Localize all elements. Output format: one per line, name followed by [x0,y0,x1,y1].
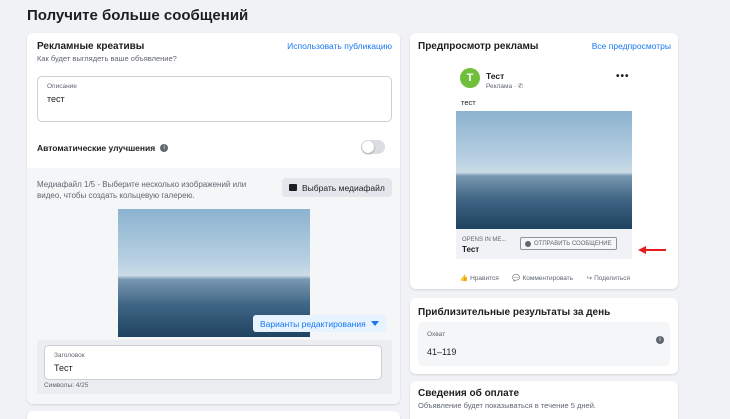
payment-card: Сведения об оплате Объявление будет пока… [410,381,678,419]
reach-info-icon[interactable]: i [656,336,664,344]
description-field[interactable]: Описание тест [37,76,392,122]
creative-title: Рекламные креативы [37,41,145,52]
send-message-label: ОТПРАВИТЬ СООБЩЕНИЕ [534,240,612,247]
choose-media-label: Выбрать медиафайл [302,182,385,193]
headline-field[interactable]: Заголовок Тест [44,345,382,380]
page-title: Получите больше сообщений [27,7,249,24]
ad-preview: T Тест Реклама · ✆ ••• тест OPENS IN ME.… [456,61,632,287]
like-button[interactable]: 👍 Нравится [460,274,499,283]
footer-title: Тест [462,245,480,254]
send-message-button[interactable]: ОТПРАВИТЬ СООБЩЕНИЕ [520,237,617,250]
payment-title: Сведения об оплате [418,388,520,399]
auto-improvements-label: Автоматические улучшения [37,143,156,153]
annotation-arrow [638,241,668,254]
comment-label: Комментировать [522,274,574,282]
page-avatar: T [460,68,480,88]
headline-value: Тест [54,363,73,373]
choose-media-button[interactable]: Выбрать медиафайл [282,178,392,197]
reactions-bar: 👍 Нравится 💬 Комментировать ↪ Поделиться [460,274,630,283]
share-label: Поделиться [594,274,630,282]
char-count: Символы: 4/25 [44,382,89,389]
share-icon: ↪ [586,275,593,282]
creative-card: Рекламные креативы Использовать публикац… [27,33,400,404]
reach-box: Охват 41–119 i [418,322,670,366]
comment-icon: 💬 [512,275,521,282]
edit-variants-button[interactable]: Варианты редактирования [253,315,386,332]
messenger-icon [525,240,531,247]
results-card: Приблизительные результаты за день Охват… [410,298,678,374]
reach-label: Охват [427,331,446,338]
more-options-icon[interactable]: ••• [616,71,630,82]
payment-note: Объявление будет показываться в течение … [418,401,596,410]
comment-button[interactable]: 💬 Комментировать [512,274,574,283]
caret-down-icon [370,321,379,326]
image-icon [289,184,297,191]
like-icon: 👍 [460,275,469,282]
share-button[interactable]: ↪ Поделиться [586,274,630,283]
preview-title: Предпросмотр рекламы [418,41,539,52]
ad-image [456,111,632,229]
media-text: Медиафайл 1/5 - Выберите несколько изобр… [37,180,247,200]
variants-label: Варианты редактирования [260,318,366,329]
headline-label: Заголовок [54,352,85,359]
reach-value: 41–119 [427,347,457,357]
left-lower-card [27,411,400,419]
description-label: Описание [47,83,77,90]
like-label: Нравится [470,274,499,282]
opens-in-label: OPENS IN ME... [462,237,507,243]
creative-subtitle: Как будет выглядеть ваше объявление? [37,54,177,63]
sponsored-label: Реклама · ✆ [486,83,524,90]
all-previews-link[interactable]: Все предпросмотры [592,41,671,51]
info-icon[interactable]: i [160,144,169,152]
auto-improvements-toggle[interactable] [361,140,385,154]
post-text: тест [461,98,476,107]
page-name: Тест [486,71,505,81]
results-title: Приблизительные результаты за день [418,307,611,318]
auto-improvements-row: Автоматические улучшения i [37,143,169,153]
description-value: тест [47,94,65,104]
use-post-link[interactable]: Использовать публикацию [287,41,392,51]
